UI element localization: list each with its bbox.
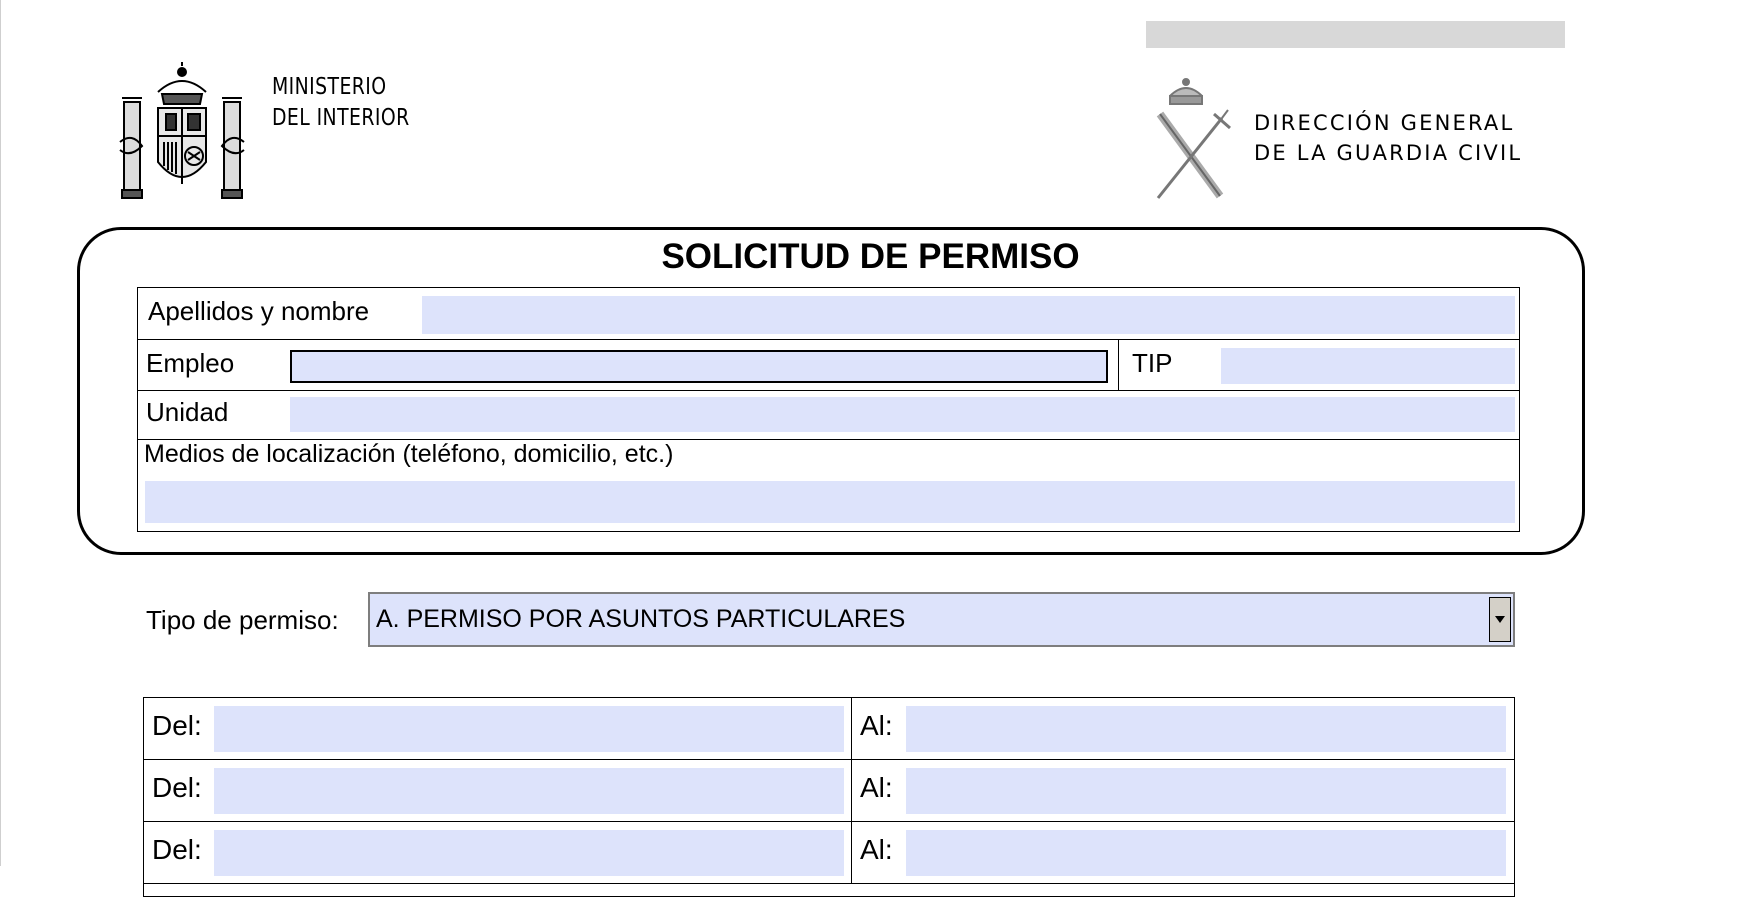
header-bar — [1146, 21, 1565, 48]
del-field[interactable] — [214, 768, 844, 814]
date-row: Del: Al: — [144, 698, 1514, 760]
apellidos-label: Apellidos y nombre — [148, 296, 370, 326]
row-divider — [1118, 340, 1119, 391]
row-medios: Medios de localización (teléfono, domici… — [138, 440, 1519, 531]
del-field[interactable] — [214, 706, 844, 752]
tip-label: TIP — [1132, 348, 1173, 378]
directorate-line-1: DIRECCIÓN GENERAL — [1254, 111, 1515, 135]
al-field[interactable] — [906, 830, 1506, 876]
applicant-table: Apellidos y nombre Empleo TIP Unidad Med… — [137, 287, 1520, 532]
cell-divider — [851, 698, 852, 760]
chevron-down-icon — [1495, 616, 1505, 623]
row-unidad: Unidad — [138, 391, 1519, 440]
al-label: Al: — [860, 834, 893, 865]
row-apellidos: Apellidos y nombre — [138, 288, 1519, 340]
medios-label: Medios de localización (teléfono, domici… — [144, 440, 674, 468]
dates-table: Del: Al: Del: Al: Del: Al: — [143, 697, 1515, 897]
empleo-label: Empleo — [146, 348, 235, 378]
tipo-permiso-value: A. PERMISO POR ASUNTOS PARTICULARES — [376, 605, 906, 633]
al-label: Al: — [860, 710, 893, 741]
cell-divider — [851, 760, 852, 822]
ministry-line-1: MINISTERIO — [272, 74, 387, 100]
ministry-name: MINISTERIO DEL INTERIOR — [272, 72, 410, 134]
directorate-name: DIRECCIÓN GENERAL DE LA GUARDIA CIVIL — [1254, 108, 1522, 168]
medios-field[interactable] — [145, 481, 1515, 523]
unidad-field[interactable] — [290, 397, 1515, 432]
dropdown-button[interactable] — [1489, 597, 1511, 642]
tip-field[interactable] — [1221, 348, 1515, 384]
al-field[interactable] — [906, 706, 1506, 752]
date-row: Del: Al: — [144, 822, 1514, 884]
al-field[interactable] — [906, 768, 1506, 814]
ministry-line-2: DEL INTERIOR — [272, 105, 410, 131]
page-edge — [0, 0, 1, 866]
row-empleo: Empleo TIP — [138, 340, 1519, 391]
al-label: Al: — [860, 772, 893, 803]
coat-of-arms-icon — [119, 62, 245, 199]
tipo-permiso-label: Tipo de permiso: — [146, 605, 339, 635]
empleo-field[interactable] — [290, 350, 1108, 383]
tipo-permiso-select[interactable]: A. PERMISO POR ASUNTOS PARTICULARES — [368, 592, 1515, 647]
date-row: Del: Al: — [144, 760, 1514, 822]
unidad-label: Unidad — [146, 397, 229, 427]
del-label: Del: — [152, 834, 202, 865]
directorate-line-2: DE LA GUARDIA CIVIL — [1254, 141, 1523, 165]
del-label: Del: — [152, 710, 202, 741]
del-field[interactable] — [214, 830, 844, 876]
guardia-civil-emblem-icon — [1156, 78, 1231, 199]
apellidos-field[interactable] — [422, 296, 1515, 334]
form-title: SOLICITUD DE PERMISO — [661, 237, 1080, 276]
cell-divider — [851, 822, 852, 884]
del-label: Del: — [152, 772, 202, 803]
